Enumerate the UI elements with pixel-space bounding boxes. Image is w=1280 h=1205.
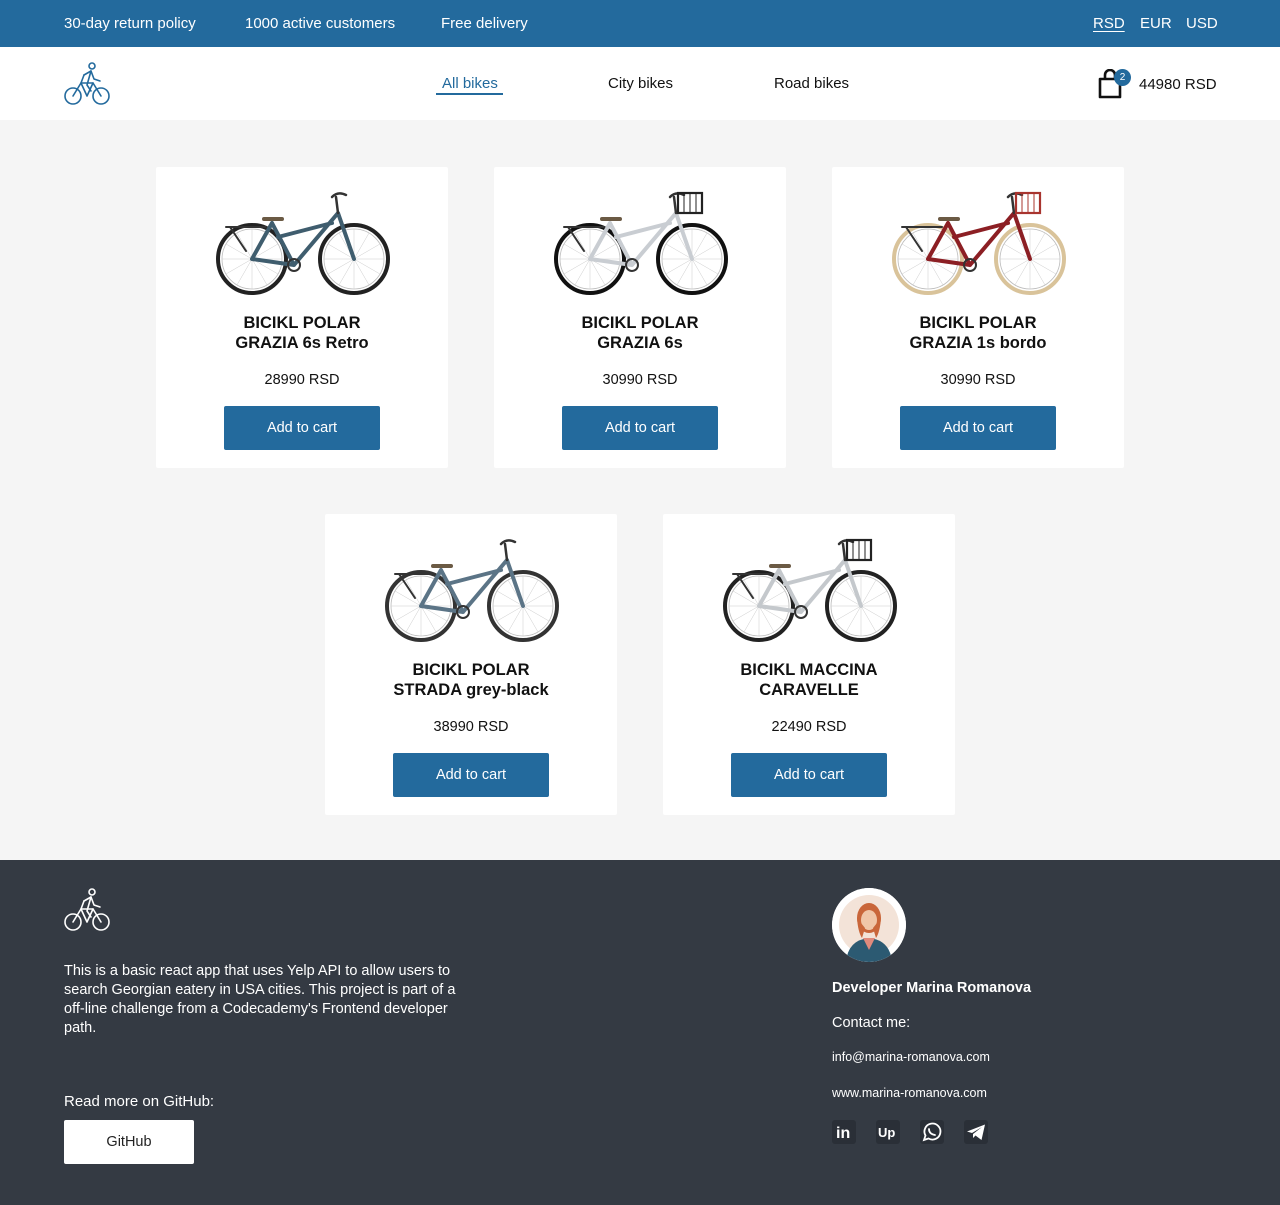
linkedin-icon[interactable]: in [832, 1120, 856, 1144]
product-price: 30990 RSD [940, 372, 1016, 388]
product-name-line1: BICIKL POLAR [243, 314, 361, 332]
product-name: BICIKL POLAR GRAZIA 6s Retro [156, 313, 448, 353]
product-name-line2: STRADA grey-black [393, 681, 549, 699]
svg-text:Up: Up [878, 1125, 895, 1140]
product-price: 38990 RSD [433, 719, 509, 735]
product-price: 30990 RSD [602, 372, 678, 388]
cart-total[interactable]: 44980 RSD [1139, 76, 1217, 93]
avatar-portrait-icon [832, 888, 906, 962]
product-price: 22490 RSD [771, 719, 847, 735]
top-info-bar: 30-day return policy 1000 active custome… [0, 0, 1280, 47]
add-to-cart-button[interactable]: Add to cart [731, 753, 887, 797]
github-button[interactable]: GitHub [64, 1120, 194, 1164]
nav-active-indicator [436, 93, 503, 95]
product-name-line2: CARAVELLE [759, 681, 859, 699]
contact-email[interactable]: info@marina-romanova.com [832, 1050, 990, 1064]
product-name-line1: BICIKL POLAR [581, 314, 699, 332]
perk-return-policy: 30-day return policy [64, 15, 196, 32]
product-card: BICIKL POLAR GRAZIA 6s 30990 RSD Add to … [494, 167, 786, 468]
product-card: BICIKL POLAR GRAZIA 6s Retro 28990 RSD A… [156, 167, 448, 468]
product-name-line2: GRAZIA 1s bordo [909, 334, 1047, 352]
cyclist-logo-icon[interactable] [64, 887, 110, 933]
svg-text:in: in [836, 1125, 850, 1142]
currency-eur[interactable]: EUR [1140, 15, 1172, 32]
product-name-line1: BICIKL MACCINA [740, 661, 878, 679]
perk-active-customers: 1000 active customers [245, 15, 396, 32]
cart-count-badge: 2 [1114, 69, 1131, 86]
product-name-line2: GRAZIA 6s [597, 334, 683, 352]
bike-image-icon[interactable] [888, 183, 1068, 297]
bike-image-icon[interactable] [550, 183, 730, 297]
cyclist-logo-icon[interactable] [64, 61, 110, 107]
upwork-icon[interactable]: Up [876, 1120, 900, 1144]
add-to-cart-button[interactable]: Add to cart [393, 753, 549, 797]
product-name: BICIKL MACCINA CARAVELLE [663, 660, 955, 700]
add-to-cart-button[interactable]: Add to cart [224, 406, 380, 450]
product-name: BICIKL POLAR STRADA grey-black [325, 660, 617, 700]
header: All bikes City bikes Road bikes 2 44980 … [0, 47, 1280, 120]
product-price: 28990 RSD [264, 372, 340, 388]
product-name: BICIKL POLAR GRAZIA 6s [494, 313, 786, 353]
read-more-label: Read more on GitHub: [64, 1093, 215, 1110]
product-card: BICIKL POLAR STRADA grey-black 38990 RSD… [325, 514, 617, 815]
currency-usd[interactable]: USD [1186, 15, 1218, 32]
nav-road-bikes[interactable]: Road bikes [774, 75, 849, 92]
product-name: BICIKL POLAR GRAZIA 1s bordo [832, 313, 1124, 353]
contact-website[interactable]: www.marina-romanova.com [832, 1086, 987, 1100]
developer-name: Developer Marina Romanova [832, 980, 1032, 996]
product-name-line2: GRAZIA 6s Retro [235, 334, 369, 352]
product-card: BICIKL POLAR GRAZIA 1s bordo 30990 RSD A… [832, 167, 1124, 468]
perk-free-delivery: Free delivery [441, 15, 528, 32]
developer-avatar [832, 888, 906, 962]
telegram-icon[interactable] [964, 1120, 988, 1144]
bike-image-icon[interactable] [212, 183, 392, 297]
nav-all-bikes[interactable]: All bikes [442, 75, 498, 92]
product-name-line1: BICIKL POLAR [919, 314, 1037, 332]
bike-image-icon[interactable] [719, 530, 899, 644]
footer: This is a basic react app that uses Yelp… [0, 860, 1280, 1205]
bike-image-icon[interactable] [381, 530, 561, 644]
whatsapp-icon[interactable] [920, 1120, 944, 1144]
nav-city-bikes[interactable]: City bikes [608, 75, 673, 92]
add-to-cart-button[interactable]: Add to cart [900, 406, 1056, 450]
product-name-line1: BICIKL POLAR [412, 661, 530, 679]
add-to-cart-button[interactable]: Add to cart [562, 406, 718, 450]
about-text: This is a basic react app that uses Yelp… [64, 963, 456, 1036]
contact-label: Contact me: [832, 1015, 911, 1031]
product-card: BICIKL MACCINA CARAVELLE 22490 RSD Add t… [663, 514, 955, 815]
currency-rsd[interactable]: RSD [1093, 15, 1125, 32]
